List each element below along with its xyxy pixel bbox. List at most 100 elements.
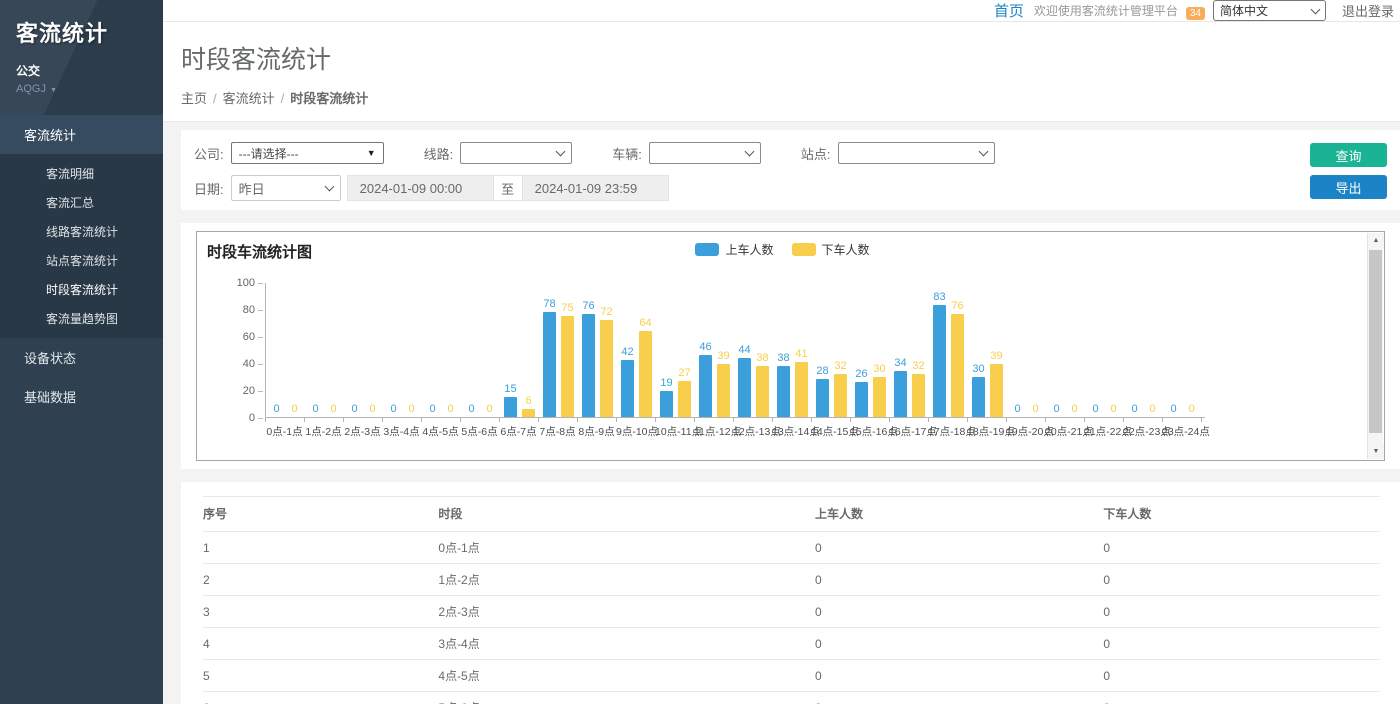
x-tick xyxy=(617,418,656,422)
sidebar-subitem[interactable]: 站点客流统计 xyxy=(0,246,163,275)
bar xyxy=(933,305,946,417)
sidebar-subitem[interactable]: 客流量趋势图 xyxy=(0,304,163,333)
scroll-down-icon[interactable]: ▼ xyxy=(1368,444,1384,459)
page-title: 时段客流统计 xyxy=(181,40,1400,76)
breadcrumb-separator: / xyxy=(281,91,285,106)
table-cell: 0 xyxy=(815,596,1103,628)
x-tick xyxy=(1163,418,1202,422)
sidebar-subitem[interactable]: 客流汇总 xyxy=(0,188,163,217)
language-select[interactable]: 简体中文 xyxy=(1213,0,1326,21)
scroll-up-icon[interactable]: ▲ xyxy=(1368,233,1384,248)
bar-value-label: 30 xyxy=(873,364,885,375)
bar-value-label: 0 xyxy=(330,404,336,415)
chart-scrollbar[interactable]: ▲ ▼ xyxy=(1367,233,1383,459)
x-tick xyxy=(773,418,812,422)
bar-value-label: 0 xyxy=(1014,404,1020,415)
bar-value-label: 39 xyxy=(717,351,729,362)
chevron-down-icon xyxy=(744,147,754,157)
bar-value-label: 0 xyxy=(1032,404,1038,415)
chart-panel: 时段车流统计图 上车人数下车人数 020406080100 0000000000… xyxy=(181,223,1400,469)
user-dropdown[interactable]: AQGJ▼ xyxy=(16,83,163,95)
home-link[interactable]: 首页 xyxy=(994,0,1024,21)
table-cell: 0点-1点 xyxy=(438,532,815,564)
table-cell: 0 xyxy=(815,692,1103,704)
query-button[interactable]: 查询 xyxy=(1310,143,1387,167)
bar-value-label: 0 xyxy=(369,404,375,415)
sidebar-subitem[interactable]: 线路客流统计 xyxy=(0,217,163,246)
x-tick xyxy=(578,418,617,422)
bar-group: 7672 xyxy=(578,283,617,417)
sidebar-item-passenger-stats[interactable]: 客流统计 xyxy=(0,115,163,154)
bar-value-label: 0 xyxy=(1110,404,1116,415)
bar-column: 0 xyxy=(483,283,497,417)
breadcrumb-item[interactable]: 主页 xyxy=(181,91,207,106)
sidebar-subitem[interactable]: 时段客流统计 xyxy=(0,275,163,304)
bars-wrap: 0000000000001567875767242641927463944383… xyxy=(265,283,1205,439)
start-date-input[interactable]: 2024-01-09 00:00 xyxy=(347,175,494,201)
line-select[interactable] xyxy=(460,142,572,164)
breadcrumb-item: 时段客流统计 xyxy=(290,91,368,106)
bar-group: 156 xyxy=(500,283,539,417)
x-tick xyxy=(1124,418,1163,422)
chart-plot: 0000000000001567875767242641927463944383… xyxy=(265,283,1205,418)
bar xyxy=(972,377,985,418)
content: 公司: ---请选择--- ▼ 线路: 车辆: 站点: xyxy=(163,122,1400,704)
page-heading: 时段客流统计 主页/客流统计/时段客流统计 xyxy=(163,22,1400,122)
table-cell: 4点-5点 xyxy=(438,660,815,692)
x-tick xyxy=(695,418,734,422)
table-cell: 1 xyxy=(203,532,438,564)
bar-column: 0 xyxy=(270,283,284,417)
app-logo: 客流统计 xyxy=(16,16,163,48)
vehicle-select[interactable] xyxy=(649,142,761,164)
x-tick xyxy=(1085,418,1124,422)
bar xyxy=(660,391,673,417)
bar-column: 83 xyxy=(933,283,947,417)
x-tick xyxy=(305,418,344,422)
bar-value-label: 0 xyxy=(291,404,297,415)
bar-value-label: 41 xyxy=(795,349,807,360)
bar xyxy=(738,358,751,417)
bar-column: 76 xyxy=(951,283,965,417)
company-label: 公司: xyxy=(194,144,224,163)
table-cell: 6 xyxy=(203,692,438,704)
x-axis-label: 14点-15点 xyxy=(811,424,850,439)
end-date-input[interactable]: 2024-01-09 23:59 xyxy=(522,175,669,201)
bar xyxy=(990,364,1003,417)
sidebar-header: 客流统计 公交 AQGJ▼ xyxy=(0,0,163,115)
sidebar-subitem[interactable]: 客流明细 xyxy=(0,159,163,188)
sidebar-item[interactable]: 基础数据 xyxy=(0,377,163,416)
legend-item[interactable]: 下车人数 xyxy=(792,241,870,258)
sidebar-item[interactable]: 设备状态 xyxy=(0,338,163,377)
date-preset-select[interactable]: 昨日 xyxy=(231,175,341,201)
bar-column: 76 xyxy=(582,283,596,417)
y-tick-label: 40 xyxy=(243,358,255,370)
bar-column: 0 xyxy=(1068,283,1082,417)
bar-value-label: 76 xyxy=(951,301,963,312)
table-cell: 0 xyxy=(815,532,1103,564)
export-button[interactable]: 导出 xyxy=(1310,175,1387,199)
app-root: 客流统计 公交 AQGJ▼ 客流统计 客流明细客流汇总线路客流统计站点客流统计时… xyxy=(0,0,1400,704)
scrollbar-thumb[interactable] xyxy=(1369,250,1382,433)
bar-value-label: 0 xyxy=(408,404,414,415)
logout-link[interactable]: 退出登录 xyxy=(1342,1,1394,20)
table-panel: 序号时段上车人数下车人数 10点-1点0021点-2点0032点-3点0043点… xyxy=(181,482,1400,704)
table-cell: 4 xyxy=(203,628,438,660)
bar-value-label: 0 xyxy=(1053,404,1059,415)
bar-column: 39 xyxy=(990,283,1004,417)
x-axis-label: 2点-3点 xyxy=(343,424,382,439)
breadcrumb-item[interactable]: 客流统计 xyxy=(223,91,275,106)
station-select[interactable] xyxy=(838,142,995,164)
bar xyxy=(699,355,712,417)
company-select[interactable]: ---请选择--- ▼ xyxy=(231,142,384,164)
table-cell: 0 xyxy=(815,660,1103,692)
x-axis-label: 5点-6点 xyxy=(460,424,499,439)
bar-value-label: 0 xyxy=(447,404,453,415)
bar xyxy=(894,371,907,417)
bar-column: 0 xyxy=(327,283,341,417)
legend-item[interactable]: 上车人数 xyxy=(695,241,773,258)
date-label: 日期: xyxy=(194,179,224,198)
bar-value-label: 44 xyxy=(738,345,750,356)
y-tick-label: 100 xyxy=(237,277,255,289)
bar-column: 0 xyxy=(1185,283,1199,417)
bar-value-label: 0 xyxy=(1149,404,1155,415)
